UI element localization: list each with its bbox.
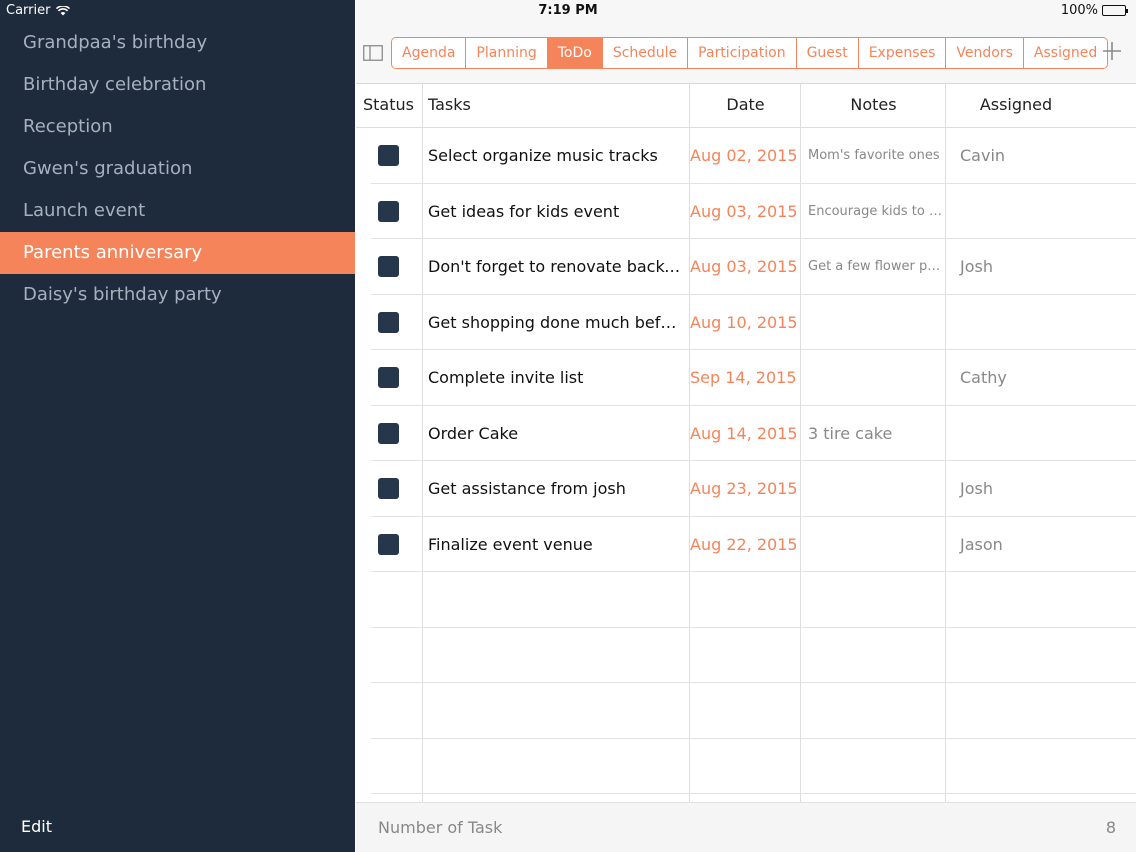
table-row[interactable]: Get ideas for kids event Aug 03, 2015 Enco… [371, 184, 1136, 239]
table-row[interactable]: Order Cake Aug 14, 2015 3 tire cake [371, 406, 1136, 461]
assigned-cell [960, 406, 1130, 461]
table-row [371, 683, 1136, 739]
date-cell: Aug 10, 2015 [690, 312, 798, 332]
status-checkbox[interactable] [378, 478, 399, 499]
header-notes: Notes [850, 95, 897, 114]
header-assigned: Assigned [979, 95, 1053, 114]
tab-bar: Agenda Planning ToDo Schedule Participation G… [391, 37, 1109, 69]
status-checkbox[interactable] [378, 256, 399, 277]
status-checkbox[interactable] [378, 533, 399, 555]
notes-cell [808, 350, 942, 405]
date-cell: Aug 14, 2015 [690, 423, 798, 443]
date-cell: Aug 23, 2015 [690, 479, 798, 498]
task-table: Status Tasks Date Notes Assigned Select … [356, 84, 1136, 802]
date-cell: Aug 03, 2015 [690, 201, 798, 221]
table-header: Status Tasks Date Notes Assigned [356, 84, 1136, 128]
assigned-cell: Jason [960, 534, 1003, 554]
notes-cell [808, 461, 942, 516]
task-cell: Select organize music tracks [428, 146, 658, 165]
header-tasks: Tasks [428, 95, 471, 114]
tab-assigned[interactable]: Assigned [1023, 38, 1108, 68]
table-row[interactable]: Get shopping done much befo... Aug 10, 20… [371, 295, 1136, 350]
sidebar-item[interactable]: Parents anniversary [0, 232, 355, 274]
notes-cell: Mom's favorite ones [808, 148, 940, 163]
task-cell: Get ideas for kids event [428, 201, 620, 221]
notes-cell [808, 517, 942, 572]
status-checkbox[interactable] [378, 422, 399, 444]
battery-icon [1102, 5, 1128, 16]
table-row[interactable]: Select organize music tracks Aug 02, 2015… [371, 128, 1136, 184]
task-count-label: Number of Task [378, 818, 503, 837]
table-row [371, 739, 1136, 794]
table-row[interactable]: Finalize event venue Aug 22, 2015 Jason [371, 517, 1136, 572]
task-cell: Finalize event venue [428, 534, 593, 554]
sidebar-item[interactable]: Daisy's birthday party [0, 274, 355, 316]
date-cell: Aug 22, 2015 [690, 534, 798, 554]
assigned-cell [960, 184, 1130, 239]
tab-planning[interactable]: Planning [466, 38, 548, 68]
notes-cell: Get a few flower pla... [808, 259, 942, 274]
tab-agenda[interactable]: Agenda [392, 38, 467, 68]
tab-expenses[interactable]: Expenses [858, 38, 947, 68]
date-cell: Aug 03, 2015 [690, 257, 798, 276]
tab-participation[interactable]: Participation [688, 38, 797, 68]
status-checkbox[interactable] [378, 200, 399, 222]
table-row[interactable]: Don't forget to renovate backy... Aug 03,… [371, 239, 1136, 295]
table-row [371, 572, 1136, 628]
assigned-cell: Cavin [960, 146, 1006, 165]
battery-percent: 100% [1060, 3, 1098, 18]
tab-schedule[interactable]: Schedule [602, 38, 689, 68]
edit-button[interactable]: Edit [21, 817, 52, 836]
date-cell: Sep 14, 2015 [690, 368, 797, 387]
header-date: Date [726, 95, 765, 114]
plus-icon[interactable] [1100, 39, 1124, 63]
assigned-cell [960, 295, 1130, 350]
tab-guest[interactable]: Guest [796, 38, 859, 68]
notes-cell: 3 tire cake [808, 423, 893, 443]
sidebar-item[interactable]: Launch event [0, 190, 355, 232]
sidebar-item[interactable]: Birthday celebration [0, 64, 355, 106]
table-row[interactable]: Get assistance from josh Aug 23, 2015 Josh [371, 461, 1136, 517]
table-row [371, 628, 1136, 683]
sidebar-item[interactable]: Reception [0, 106, 355, 148]
assigned-cell: Josh [960, 479, 993, 498]
header-status: Status [363, 95, 414, 114]
status-bar-left: Carrier [6, 3, 71, 18]
task-cell: Complete invite list [428, 368, 584, 387]
carrier-label: Carrier [6, 3, 51, 18]
event-list: Grandpaa's birthday Birthday celebration R… [0, 22, 355, 316]
task-cell: Get assistance from josh [428, 479, 626, 498]
task-count-value: 8 [1105, 818, 1116, 837]
tab-todo[interactable]: ToDo [547, 38, 603, 68]
footer: Number of Task 8 [356, 802, 1136, 852]
status-time: 7:19 PM [538, 3, 598, 18]
task-cell: Get shopping done much befo... [428, 312, 681, 332]
assigned-cell: Cathy [960, 368, 1007, 387]
date-cell: Aug 02, 2015 [690, 146, 798, 165]
task-cell: Don't forget to renovate backy... [428, 257, 681, 276]
notes-cell: Encourage kids to p... [808, 203, 942, 219]
wifi-icon [56, 4, 71, 15]
status-checkbox[interactable] [378, 145, 399, 166]
sidebar-item[interactable]: Grandpaa's birthday [0, 22, 355, 64]
notes-cell [808, 295, 942, 350]
status-checkbox[interactable] [378, 311, 399, 333]
tab-vendors[interactable]: Vendors [946, 38, 1024, 68]
assigned-cell: Josh [960, 257, 993, 276]
main-panel: 7:19 PM 100% Agenda Planning ToDo Schedule P… [356, 0, 1136, 852]
sidebar-item[interactable]: Gwen's graduation [0, 148, 355, 190]
status-bar-right: 100% [1060, 3, 1128, 18]
task-cell: Order Cake [428, 423, 519, 443]
sidebar-toggle-icon[interactable] [363, 45, 383, 61]
status-checkbox[interactable] [378, 367, 399, 388]
table-row[interactable]: Complete invite list Sep 14, 2015 Cathy [371, 350, 1136, 406]
sidebar: Carrier Grandpaa's birthday Birthday cele… [0, 0, 355, 852]
top-bar: 7:19 PM 100% Agenda Planning ToDo Schedule P… [356, 0, 1136, 84]
